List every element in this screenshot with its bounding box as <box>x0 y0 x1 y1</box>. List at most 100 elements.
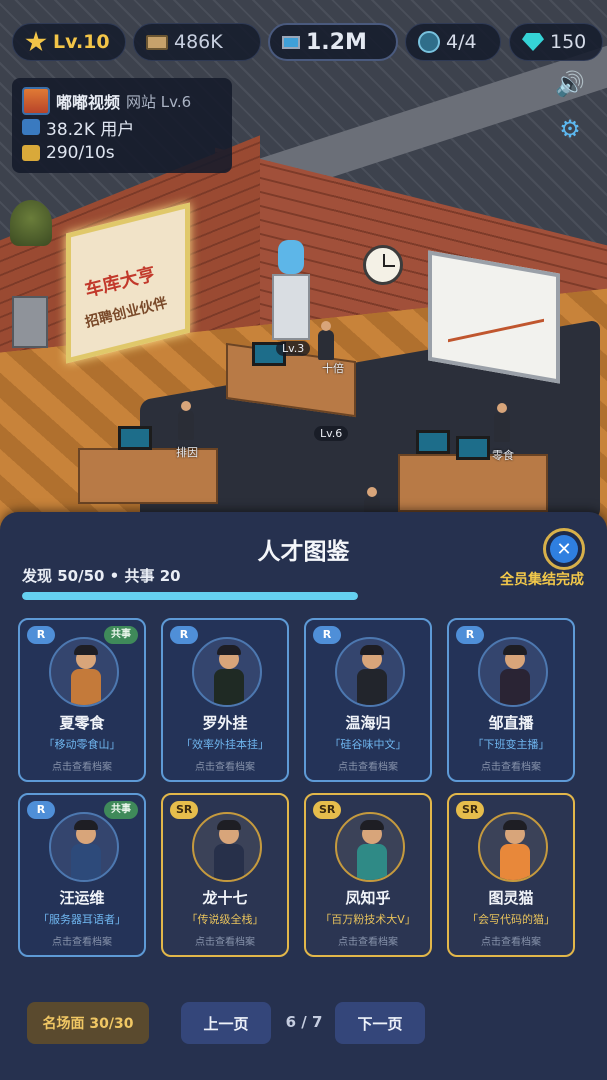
rarity-badge: SR <box>313 801 342 819</box>
character-title: 「百万粉技术大V」 <box>320 913 416 926</box>
character-title: 「硅谷味中文」 <box>329 738 407 751</box>
character-title: 「下班变主播」 <box>472 738 550 751</box>
desk-level-tag: Lv.3 <box>276 341 311 356</box>
prev-page-button[interactable]: 上一页 <box>181 1002 271 1044</box>
worker-label: 排因 <box>176 446 198 459</box>
page-indicator: 6 / 7 <box>285 1013 323 1031</box>
cash-indicator[interactable]: 486K <box>133 23 261 61</box>
staff-value: 4/4 <box>446 31 477 53</box>
cash-value: 486K <box>174 31 223 53</box>
computer-monitor <box>118 426 152 450</box>
character-hair <box>503 820 527 830</box>
level-value: Lv.10 <box>53 31 110 53</box>
character-hair <box>74 820 98 830</box>
view-profile-hint: 点击查看档案 <box>338 762 398 773</box>
character-name: 罗外挂 <box>202 714 248 732</box>
character-hair <box>360 645 384 655</box>
discover-progress-bar <box>22 592 358 600</box>
rarity-badge: R <box>27 801 55 819</box>
gems-value: 150 <box>550 31 587 53</box>
character-name: 邹直播 <box>488 714 534 732</box>
view-profile-hint: 点击查看档案 <box>195 762 255 773</box>
character-name: 凤知乎 <box>345 889 391 907</box>
rarity-badge: R <box>170 626 198 644</box>
sound-button[interactable]: 🔊 <box>553 67 587 101</box>
talent-card[interactable]: R 共事 夏零食 「移动零食山」 点击查看档案 <box>18 618 146 782</box>
electric-box <box>12 296 48 348</box>
character-figure <box>214 669 244 705</box>
character-figure <box>214 844 244 880</box>
discover-count: 发现 50/50 • 共事 20 <box>22 567 181 585</box>
character-figure <box>71 844 101 880</box>
cash-icon <box>146 34 168 50</box>
character-hair <box>503 645 527 655</box>
character-name: 汪运维 <box>59 889 105 907</box>
rarity-badge: R <box>313 626 341 644</box>
talent-card[interactable]: R 邹直播「下班变主播」 点击查看档案 <box>447 618 575 782</box>
game-screen: 车库大亨 招聘创业伙伴 Lv.3 Lv.6 十倍 排因 零食 Lv.10 486… <box>0 0 607 1080</box>
talent-card[interactable]: R 共事 汪运维 「服务器耳语者」 点击查看档案 <box>18 793 146 957</box>
progress-fill <box>22 592 358 600</box>
next-page-button[interactable]: 下一页 <box>335 1002 425 1044</box>
character-title: 「服务器耳语者」 <box>38 913 126 926</box>
talent-card[interactable]: R 罗外挂「效率外挂本挂」 点击查看档案 <box>161 618 289 782</box>
character-name: 夏零食 <box>59 714 105 732</box>
users-icon <box>22 119 40 135</box>
talent-card[interactable]: SR 凤知乎 「百万粉技术大V」 点击查看档案 <box>304 793 432 957</box>
level-indicator[interactable]: Lv.10 <box>12 23 126 61</box>
settings-button[interactable]: ⚙ <box>553 112 587 146</box>
character-figure <box>500 844 530 880</box>
talent-card[interactable]: R 温海归「硅谷味中文」 点击查看档案 <box>304 618 432 782</box>
users-indicator[interactable]: 1.2M <box>268 23 398 61</box>
character-portrait <box>192 812 262 882</box>
water-dispenser <box>272 240 310 340</box>
character-name: 温海归 <box>345 714 391 732</box>
website-users: 38.2K 用户 <box>46 119 135 140</box>
income-icon <box>22 145 40 161</box>
view-profile-hint: 点击查看档案 <box>481 937 541 948</box>
view-profile-hint: 点击查看档案 <box>481 762 541 773</box>
website-income-rate: 290/10s <box>46 143 115 163</box>
character-portrait <box>192 637 262 707</box>
talent-card[interactable]: SR 图灵猫 「会写代码的猫」 点击查看档案 <box>447 793 575 957</box>
close-icon: ✕ <box>550 535 578 563</box>
gem-icon <box>522 33 544 51</box>
character-name: 图灵猫 <box>488 889 534 907</box>
character-figure <box>500 669 530 705</box>
worker-character[interactable] <box>494 403 510 442</box>
character-figure <box>357 669 387 705</box>
character-portrait <box>335 812 405 882</box>
rarity-badge: R <box>27 626 55 644</box>
rarity-badge: R <box>456 626 484 644</box>
worker-character[interactable] <box>318 321 334 360</box>
staff-indicator[interactable]: 4/4 <box>405 23 501 61</box>
view-profile-hint: 点击查看档案 <box>52 762 112 773</box>
talent-card-grid: R 共事 夏零食 「移动零食山」 点击查看档案 R 罗外挂 「效率外挂本挂」 点击查看档案 R 温海… <box>18 618 589 957</box>
character-title: 「传说级全栈」 <box>186 913 264 926</box>
potted-plant <box>10 200 52 246</box>
character-title: 「移动零食山」 <box>43 738 121 751</box>
gems-indicator[interactable]: 150 <box>509 23 603 61</box>
close-button[interactable]: ✕ <box>543 528 585 570</box>
staff-icon <box>418 31 440 53</box>
coworker-badge: 共事 <box>104 801 138 819</box>
character-figure <box>71 669 101 705</box>
view-profile-hint: 点击查看档案 <box>195 937 255 948</box>
character-portrait <box>335 637 405 707</box>
character-figure <box>357 844 387 880</box>
website-logo-icon <box>22 87 50 115</box>
famous-scenes-button[interactable]: 名场面 30/30 <box>27 1002 149 1044</box>
star-icon <box>25 31 47 52</box>
character-hair <box>217 820 241 830</box>
desk[interactable] <box>398 454 548 512</box>
talent-card[interactable]: SR 龙十七 「传说级全栈」 点击查看档案 <box>161 793 289 957</box>
computer-icon <box>282 35 300 49</box>
character-hair <box>74 645 98 655</box>
website-level: 网站 Lv.6 <box>126 92 192 111</box>
worker-character[interactable] <box>178 401 194 440</box>
desk-level-tag: Lv.6 <box>314 426 349 441</box>
character-title: 「效率外挂本挂」 <box>181 738 269 751</box>
sound-icon: 🔊 <box>555 70 585 98</box>
rarity-badge: SR <box>456 801 485 819</box>
website-info-card[interactable]: 嘟嘟视频 网站 Lv.6 38.2K 用户 290/10s <box>12 78 232 173</box>
